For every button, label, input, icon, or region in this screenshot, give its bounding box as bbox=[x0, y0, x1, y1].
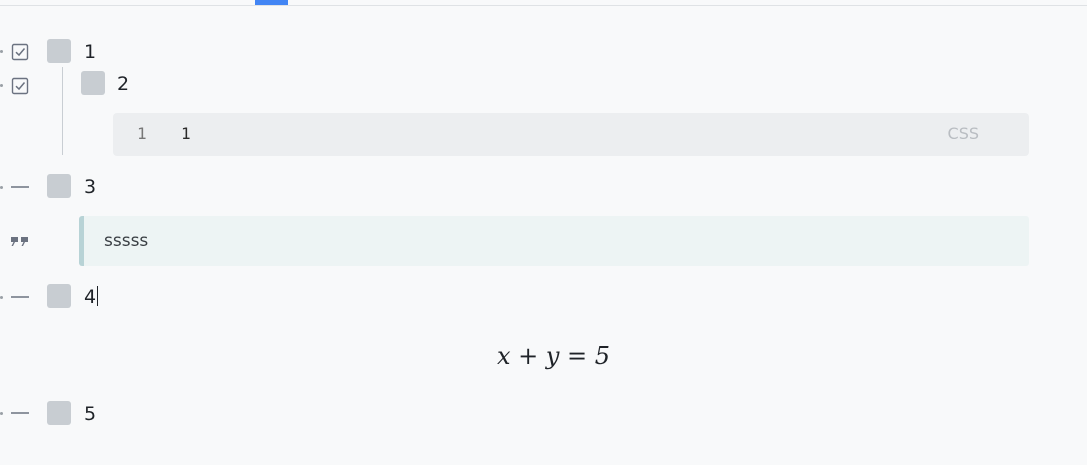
task-item-label: 3 bbox=[84, 176, 97, 198]
quote-icon[interactable] bbox=[10, 232, 30, 252]
blockquote[interactable]: sssss bbox=[79, 216, 1029, 266]
divider-icon[interactable] bbox=[10, 287, 30, 307]
code-language-label[interactable]: CSS bbox=[948, 124, 979, 144]
checklist-icon[interactable] bbox=[10, 42, 30, 62]
task-checkbox[interactable] bbox=[47, 284, 71, 308]
divider-icon[interactable] bbox=[10, 403, 30, 423]
nested-indent-line bbox=[62, 67, 63, 155]
math-formula-text: x + y = 5 bbox=[496, 342, 611, 370]
task-item-label: 1 bbox=[84, 41, 97, 63]
task-item-label: 2 bbox=[117, 73, 130, 95]
code-content[interactable]: 1 bbox=[181, 124, 191, 144]
checklist-icon[interactable] bbox=[10, 76, 30, 96]
task-checkbox[interactable] bbox=[81, 71, 105, 95]
task-checkbox[interactable] bbox=[47, 401, 71, 425]
drag-handle[interactable] bbox=[0, 296, 3, 299]
drag-handle[interactable] bbox=[0, 84, 3, 87]
task-item-label: 4 bbox=[84, 286, 97, 308]
task-item-label: 5 bbox=[84, 403, 97, 425]
active-tab-indicator bbox=[255, 0, 288, 5]
task-item-label-editing[interactable]: 4 bbox=[84, 285, 99, 309]
drag-handle[interactable] bbox=[0, 186, 3, 189]
divider-icon[interactable] bbox=[10, 177, 30, 197]
drag-handle[interactable] bbox=[0, 412, 3, 415]
code-block[interactable]: 1 1 CSS bbox=[113, 113, 1029, 156]
task-checkbox[interactable] bbox=[47, 174, 71, 198]
blockquote-text: sssss bbox=[104, 231, 149, 251]
text-cursor bbox=[97, 286, 99, 306]
code-line-number: 1 bbox=[137, 124, 147, 143]
task-checkbox[interactable] bbox=[47, 39, 71, 63]
top-bar bbox=[0, 0, 1087, 6]
math-formula[interactable]: x + y = 5 bbox=[0, 340, 1087, 372]
drag-handle[interactable] bbox=[0, 50, 3, 53]
